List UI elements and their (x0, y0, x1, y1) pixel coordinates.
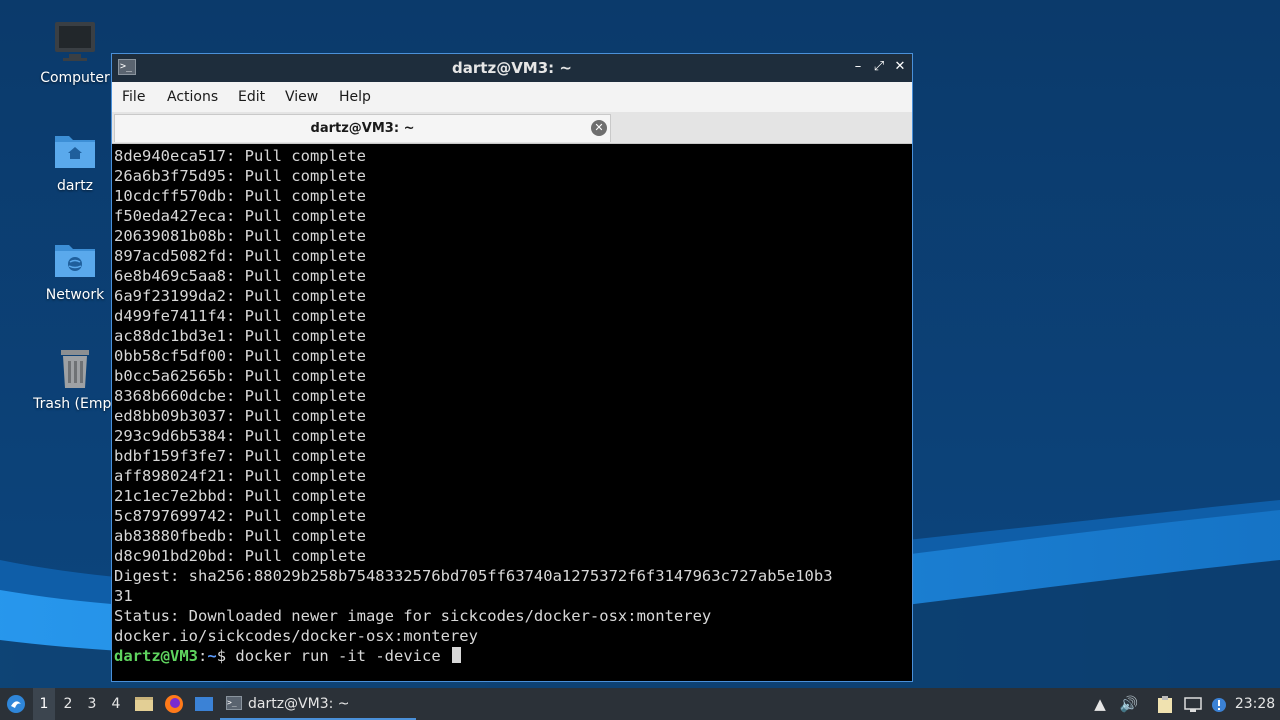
terminal-line: 6a9f23199da2: Pull complete (114, 287, 366, 305)
network-folder-icon (55, 245, 95, 277)
computer-icon (55, 22, 95, 61)
show-desktop-button[interactable] (193, 688, 215, 720)
terminal-line: 10cdcff570db: Pull complete (114, 187, 366, 205)
terminal-prompt-line[interactable]: dartz@VM3:~$ docker run -it -device (114, 646, 910, 666)
prompt-path: ~ (207, 647, 217, 665)
home-folder-icon (55, 136, 95, 168)
terminal-window[interactable]: >_ dartz@VM3: ~ – ⤢ ✕ File Actions Edit … (111, 53, 913, 682)
terminal-tab[interactable]: dartz@VM3: ~ ✕ (114, 114, 611, 142)
terminal-line: ac88dc1bd3e1: Pull complete (114, 327, 366, 345)
terminal-line: ed8bb09b3037: Pull complete (114, 407, 366, 425)
firefox-icon (165, 695, 183, 713)
terminal-line: docker.io/sickcodes/docker-osx:monterey (114, 627, 478, 645)
volume-icon[interactable]: 🔊 (1118, 688, 1140, 720)
menu-file[interactable]: File (122, 89, 145, 105)
file-manager-launcher[interactable] (133, 688, 155, 720)
terminal-line: 0bb58cf5df00: Pull complete (114, 347, 366, 365)
menu-help[interactable]: Help (339, 89, 371, 105)
terminal-line: Digest: sha256:88029b258b7548332576bd705… (114, 567, 833, 585)
terminal-line: 20639081b08b: Pull complete (114, 227, 366, 245)
firefox-launcher[interactable] (163, 688, 185, 720)
terminal-line: 26a6b3f75d95: Pull complete (114, 167, 366, 185)
text-cursor (452, 647, 461, 663)
terminal-line: 6e8b469c5aa8: Pull complete (114, 267, 366, 285)
terminal-line: ab83880fbedb: Pull complete (114, 527, 366, 545)
terminal-line: 8de940eca517: Pull complete (114, 147, 366, 165)
menu-bar: File Actions Edit View Help (112, 82, 912, 112)
terminal-lines: 8de940eca517: Pull complete 26a6b3f75d95:… (114, 146, 910, 646)
menu-edit[interactable]: Edit (238, 89, 265, 105)
terminal-line: bdbf159f3fe7: Pull complete (114, 447, 366, 465)
prompt-symbol: $ (216, 647, 227, 665)
terminal-line: 8368b660dcbe: Pull complete (114, 387, 366, 405)
window-titlebar[interactable]: >_ dartz@VM3: ~ – ⤢ ✕ (112, 54, 912, 82)
clipboard-icon[interactable] (1154, 688, 1176, 720)
menu-view[interactable]: View (285, 89, 318, 105)
tab-title: dartz@VM3: ~ (310, 121, 415, 136)
start-menu-button[interactable] (4, 688, 28, 720)
desktop-icon (195, 697, 213, 711)
taskbar-task-terminal[interactable]: >_ dartz@VM3: ~ (220, 688, 416, 720)
prompt-user: dartz@VM3 (114, 647, 198, 665)
terminal-line: 5c8797699742: Pull complete (114, 507, 366, 525)
task-label: dartz@VM3: ~ (248, 696, 350, 712)
terminal-line: b0cc5a62565b: Pull complete (114, 367, 366, 385)
terminal-line: aff898024f21: Pull complete (114, 467, 366, 485)
workspace-1[interactable]: 1 (33, 688, 55, 720)
terminal-line: 21c1ec7e2bbd: Pull complete (114, 487, 366, 505)
menu-actions[interactable]: Actions (167, 89, 218, 105)
tray-expand-icon[interactable]: ▲ (1090, 688, 1110, 720)
workspace-3[interactable]: 3 (81, 688, 103, 720)
workspace-4[interactable]: 4 (105, 688, 127, 720)
taskbar: 1 2 3 4 >_ dartz@VM3: ~ ▲ 🔊 23:28 (0, 688, 1280, 720)
notification-icon[interactable] (1208, 688, 1230, 720)
prompt-separator: : (198, 647, 208, 665)
maximize-button[interactable]: ⤢ (871, 59, 887, 75)
tab-bar: dartz@VM3: ~ ✕ (112, 112, 912, 144)
terminal-line: d8c901bd20bd: Pull complete (114, 547, 366, 565)
tab-close-icon[interactable]: ✕ (591, 120, 607, 136)
workspace-2[interactable]: 2 (57, 688, 79, 720)
close-button[interactable]: ✕ (892, 59, 908, 75)
file-manager-icon (135, 697, 153, 711)
lxqt-logo-icon (7, 695, 25, 713)
trash-icon (61, 350, 89, 388)
network-tray-icon[interactable] (1182, 688, 1204, 720)
terminal-line: f50eda427eca: Pull complete (114, 207, 366, 225)
terminal-line: d499fe7411f4: Pull complete (114, 307, 366, 325)
clock[interactable]: 23:28 (1234, 688, 1276, 720)
minimize-button[interactable]: – (850, 59, 866, 75)
command-input[interactable]: docker run -it -device (226, 647, 450, 665)
terminal-line: 293c9d6b5384: Pull complete (114, 427, 366, 445)
terminal-task-icon: >_ (226, 696, 242, 710)
terminal-output[interactable]: 8de940eca517: Pull complete 26a6b3f75d95:… (114, 146, 910, 679)
terminal-line: 31 (114, 587, 133, 605)
terminal-line: Status: Downloaded newer image for sickc… (114, 607, 712, 625)
terminal-line: 897acd5082fd: Pull complete (114, 247, 366, 265)
window-title: dartz@VM3: ~ (452, 59, 572, 77)
